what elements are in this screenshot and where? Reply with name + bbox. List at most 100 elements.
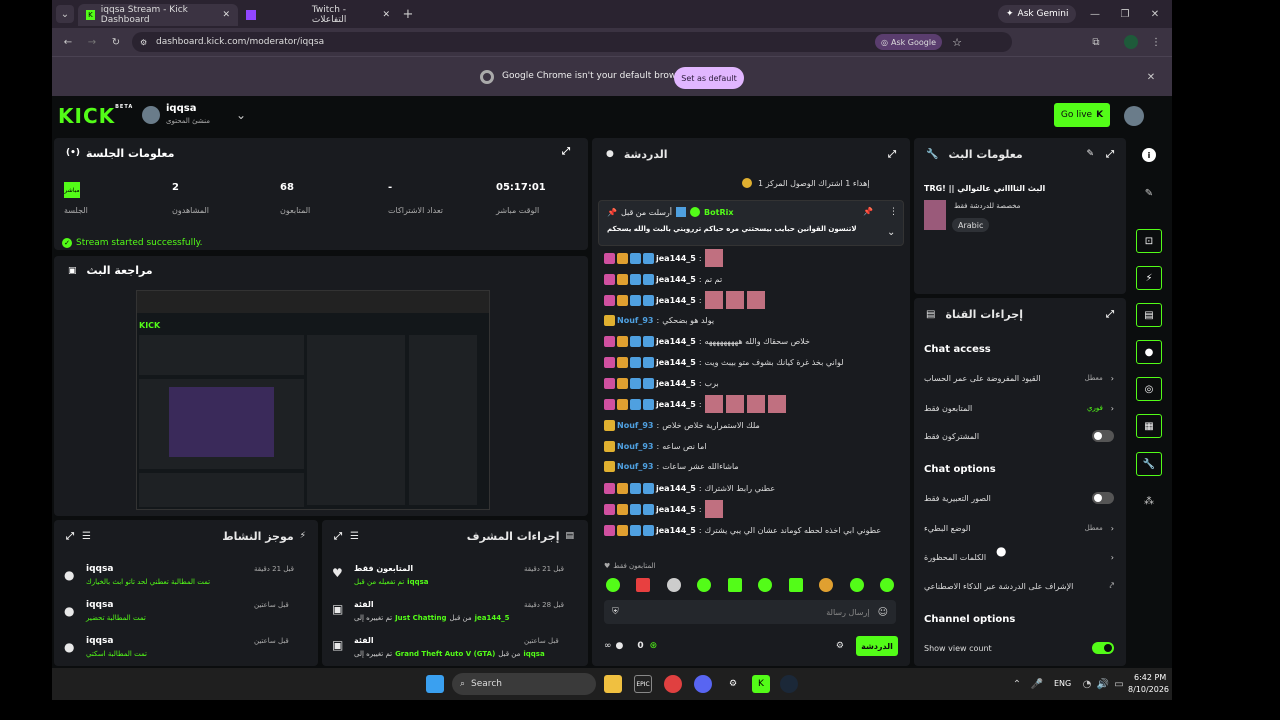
chat-username[interactable]: jea144_5 (656, 254, 696, 263)
tray-chevron-icon[interactable]: ⌃ (1010, 677, 1024, 691)
volume-icon[interactable]: 🔊 (1096, 677, 1110, 691)
chat-message[interactable]: jea144_5: (604, 499, 894, 519)
chat-username[interactable]: jea144_5 (656, 484, 696, 493)
chat-message[interactable]: jea144_5: عطوني ابي اخذه لحطه كوماند عشان… (604, 520, 894, 540)
emote-icon[interactable] (879, 578, 894, 592)
rail-button-expand[interactable]: ⊡ (1136, 229, 1162, 253)
subs-only-toggle[interactable] (1092, 430, 1114, 442)
send-chat-button[interactable]: الدردشة (856, 636, 898, 656)
clock-time[interactable]: 6:42 PM (1134, 673, 1166, 682)
back-icon[interactable]: ← (60, 34, 76, 50)
close-icon[interactable]: ✕ (222, 10, 230, 20)
banned-words-setting[interactable]: الكلمات المحظورة › (924, 547, 1114, 567)
channel-avatar[interactable] (142, 106, 160, 124)
chat-message[interactable]: jea144_5: برب (604, 373, 894, 393)
more-options-icon[interactable]: ⋮ (889, 207, 898, 217)
restore-icon[interactable]: ❐ (1118, 6, 1132, 22)
bookmark-star-icon[interactable]: ☆ (952, 36, 962, 49)
edit-pencil-icon[interactable]: ✎ (1086, 149, 1094, 159)
slow-mode-setting[interactable]: الوضع البطيء معطل › (924, 518, 1114, 538)
chat-username[interactable]: jea144_5 (656, 358, 696, 367)
chat-message[interactable]: jea144_5: تم تم (604, 269, 894, 289)
chat-message[interactable]: Nouf_93: ملك الاستمرارية خلاص خلاص (604, 415, 894, 435)
taskbar-search[interactable]: ⌕ Search (452, 673, 596, 695)
kick-app-icon[interactable]: K (752, 675, 770, 693)
collapse-chevron-icon[interactable]: ⌄ (887, 227, 895, 238)
site-info-icon[interactable]: ⚙ (140, 38, 147, 47)
chat-message[interactable]: jea144_5: لواني بخذ غرة كيانك بشوف متو بي… (604, 352, 894, 372)
expand-icon[interactable]: ⤢ (66, 531, 74, 542)
expand-icon[interactable]: ⤢ (1106, 309, 1114, 320)
chrome-taskbar-icon[interactable] (664, 675, 682, 693)
expand-icon[interactable]: ⤢ (334, 531, 342, 542)
windows-start-icon[interactable] (426, 675, 444, 693)
chat-message[interactable]: Nouf_93: يولد هو بضحكي (604, 310, 894, 330)
chat-message[interactable]: Nouf_93: اما نص ساعه (604, 436, 894, 456)
emote-icon[interactable] (788, 578, 803, 592)
settings-icon[interactable]: ⚙ (724, 675, 742, 693)
ai-moderation-setting[interactable]: الإشراف على الدردشة عبر الذكاء الاصطناعي… (924, 576, 1114, 596)
chat-message[interactable]: jea144_5: عطني رابط الاشتراك (604, 478, 894, 498)
tab-twitch[interactable]: Twitch - التفاعلات ✕ (238, 4, 398, 26)
chat-username[interactable]: jea144_5 (656, 400, 696, 409)
chat-message[interactable]: jea144_5: (604, 248, 894, 268)
chat-username[interactable]: jea144_5 (656, 296, 696, 305)
chat-input[interactable]: ⛨ إرسال رسالة ☺ (604, 600, 896, 624)
clock-date[interactable]: 8/10/2026 (1128, 685, 1169, 694)
rail-button-wrench[interactable]: 🔧 (1136, 452, 1162, 476)
emote-icon[interactable] (849, 578, 864, 592)
expand-icon[interactable]: ⤢ (1106, 149, 1114, 160)
chat-username[interactable]: Nouf_93 (617, 421, 654, 430)
expand-icon[interactable]: ⤢ (888, 149, 896, 160)
emote-icon[interactable] (636, 578, 651, 592)
info-icon[interactable]: i (1142, 148, 1156, 162)
stream-preview[interactable]: KICK (136, 290, 490, 510)
language-indicator[interactable]: ENG (1054, 679, 1071, 688)
ask-gemini-button[interactable]: ✦ Ask Gemini (998, 5, 1077, 23)
rail-button-broadcast[interactable]: ◎ (1136, 377, 1162, 401)
rail-button-bolt[interactable]: ⚡ (1136, 266, 1162, 290)
expand-icon[interactable]: ⤢ (562, 146, 570, 157)
kick-logo[interactable]: KICKBETA (58, 104, 133, 128)
followers-only-setting[interactable]: المتابعون فقط فوري › (924, 398, 1114, 418)
ask-google-button[interactable]: ◎ Ask Google (874, 34, 942, 50)
menu-icon[interactable]: ⋮ (1148, 34, 1164, 50)
emote-icon[interactable] (819, 578, 834, 592)
wifi-icon[interactable]: ◔ (1080, 677, 1094, 691)
emote-icon[interactable] (697, 578, 712, 592)
chat-username[interactable]: jea144_5 (656, 337, 696, 346)
chat-message[interactable]: jea144_5: خلاص سحقاك والله هههههههههه (604, 331, 894, 351)
edit-pencil-icon[interactable]: ✎ (1142, 186, 1156, 200)
file-explorer-icon[interactable] (604, 675, 622, 693)
extensions-icon[interactable]: ⧉ (1088, 34, 1104, 50)
close-infobar-icon[interactable]: ✕ (1144, 69, 1158, 85)
tab-kick-dashboard[interactable]: K iqqsa Stream - Kick Dashboard ✕ (78, 4, 238, 26)
chat-username[interactable]: Nouf_93 (617, 462, 654, 471)
set-default-button[interactable]: Set as default (674, 67, 744, 89)
forward-icon[interactable]: → (84, 34, 100, 50)
epic-games-icon[interactable]: EPIC (634, 675, 652, 693)
emote-icon[interactable] (727, 578, 742, 592)
close-window-icon[interactable]: ✕ (1148, 6, 1162, 22)
users-icon[interactable]: ⁂ (1142, 494, 1156, 508)
chat-message[interactable]: jea144_5: (604, 290, 894, 310)
chat-message[interactable]: jea144_5: (604, 394, 894, 414)
chat-username[interactable]: Nouf_93 (617, 442, 654, 451)
go-live-button[interactable]: Go live K (1054, 103, 1110, 127)
emotes-only-toggle[interactable] (1092, 492, 1114, 504)
emoji-icon[interactable]: ☺ (878, 607, 888, 618)
chat-message[interactable]: Nouf_93: ماشاءالله عشر ساعات (604, 456, 894, 476)
microphone-icon[interactable]: 🎤 (1030, 677, 1044, 691)
emote-icon[interactable] (606, 578, 620, 592)
emote-icon[interactable] (666, 578, 681, 592)
shield-icon[interactable]: ⛨ (612, 607, 619, 617)
pinned-message[interactable]: 📌 أرسلت من قبل BotRix لاتنسون القوانين حبا… (598, 200, 904, 246)
chat-username[interactable]: jea144_5 (656, 505, 696, 514)
minimize-icon[interactable]: — (1088, 6, 1102, 22)
emote-icon[interactable] (758, 578, 773, 592)
reload-icon[interactable]: ↻ (108, 34, 124, 50)
settings-gear-icon[interactable]: ⚙ (836, 641, 844, 651)
steam-icon[interactable] (780, 675, 798, 693)
channel-switch-chevron-icon[interactable]: ⌄ (234, 108, 248, 122)
rail-button-chat[interactable]: ● (1136, 340, 1162, 364)
